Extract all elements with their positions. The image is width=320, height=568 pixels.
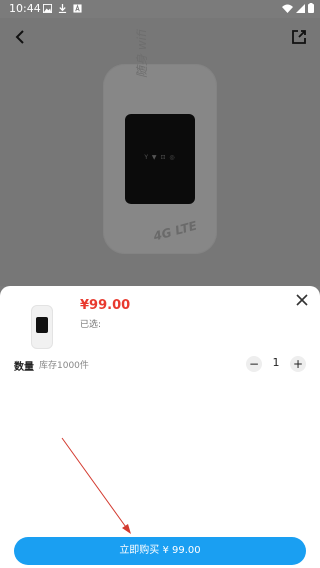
decrease-button[interactable]: − xyxy=(246,356,262,372)
price: ¥99.00 xyxy=(80,298,131,313)
quantity-stepper: − 1 + xyxy=(246,354,306,374)
wifi-icon xyxy=(282,4,293,13)
battery-icon xyxy=(308,3,314,13)
device-screen: Y ▼ ⊡ ◎ xyxy=(125,114,195,204)
product-image-area: 随身 wifi Y ▼ ⊡ ◎ 4G LTE xyxy=(0,18,320,286)
download-icon xyxy=(58,4,67,13)
product-image: 随身 wifi Y ▼ ⊡ ◎ 4G LTE xyxy=(103,29,217,254)
selected-label: 已选: xyxy=(80,320,102,330)
quantity-value[interactable]: 1 xyxy=(268,356,284,369)
thumbnail-screen xyxy=(36,317,48,333)
app-a-icon xyxy=(73,4,82,13)
quantity-label: 数量 xyxy=(14,362,34,373)
product-thumbnail xyxy=(14,300,68,354)
product-model-text: 4G LTE xyxy=(151,218,199,244)
stock-text: 库存1000件 xyxy=(39,361,89,371)
status-bar: 10:44 xyxy=(0,0,320,18)
thumbnail-device xyxy=(31,305,53,349)
buy-now-button[interactable]: 立即购买 ¥ 99.00 xyxy=(14,537,306,565)
device-screen-icons: Y ▼ ⊡ ◎ xyxy=(144,154,176,161)
signal-icon xyxy=(296,3,305,13)
status-time: 10:44 xyxy=(9,2,41,15)
share-icon[interactable] xyxy=(290,28,308,46)
chevron-left-icon[interactable] xyxy=(12,28,30,46)
sku-selector-sheet: ¥99.00 已选: 数量 库存1000件 − 1 + 立即购买 ¥ 99.00 xyxy=(0,286,320,568)
close-icon[interactable] xyxy=(294,292,310,308)
increase-button[interactable]: + xyxy=(290,356,306,372)
image-icon xyxy=(43,4,52,13)
product-brand-text: 随身 wifi xyxy=(135,29,149,78)
